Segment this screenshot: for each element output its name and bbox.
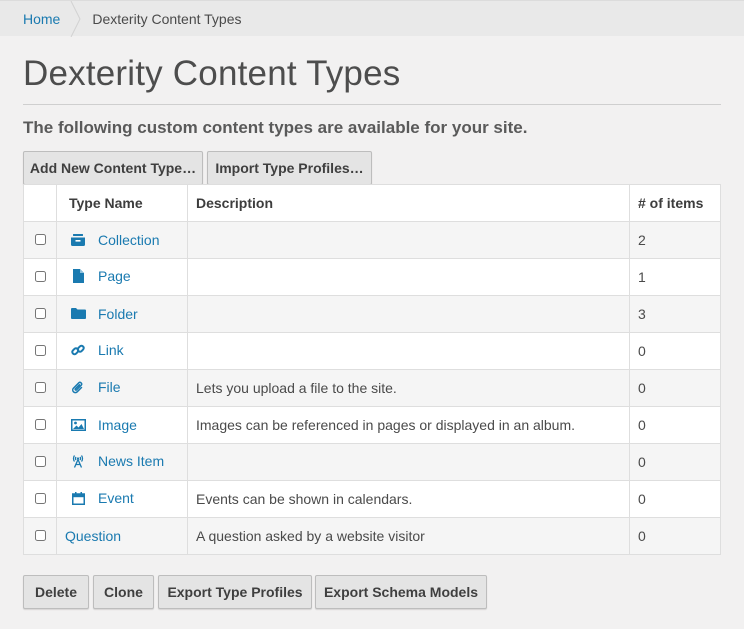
type-description bbox=[187, 443, 630, 481]
type-item-count: 0 bbox=[629, 369, 721, 407]
type-link-image[interactable]: Image bbox=[69, 417, 137, 433]
type-item-count: 0 bbox=[629, 332, 721, 370]
table-row: Image Images can be referenced in pages … bbox=[23, 406, 721, 444]
type-description bbox=[187, 258, 630, 296]
title-divider bbox=[23, 104, 721, 105]
link-icon bbox=[69, 342, 87, 358]
table-row: File Lets you upload a file to the site.… bbox=[23, 369, 721, 407]
image-icon bbox=[69, 417, 87, 433]
paperclip-icon bbox=[69, 379, 87, 395]
import-type-profiles-button[interactable]: Import Type Profiles… bbox=[207, 151, 372, 185]
breadcrumb-separator bbox=[70, 0, 86, 37]
folder-icon bbox=[69, 306, 87, 322]
type-description bbox=[187, 295, 630, 333]
export-type-profiles-button[interactable]: Export Type Profiles bbox=[158, 575, 312, 609]
type-item-count: 1 bbox=[629, 258, 721, 296]
table-row: Page 1 bbox=[23, 258, 721, 296]
table-row: Link 0 bbox=[23, 332, 721, 370]
type-item-count: 0 bbox=[629, 480, 721, 518]
column-header-item-count: # of items bbox=[629, 184, 721, 222]
type-item-count: 0 bbox=[629, 517, 721, 555]
page-icon bbox=[69, 268, 87, 284]
type-description bbox=[187, 332, 630, 370]
type-name: Image bbox=[98, 416, 137, 433]
clone-button[interactable]: Clone bbox=[93, 575, 154, 609]
column-header-select bbox=[23, 184, 57, 222]
table-header-row: Type Name Description # of items bbox=[23, 184, 721, 222]
type-link-event[interactable]: Event bbox=[69, 490, 134, 506]
table-row: Question A question asked by a website v… bbox=[23, 517, 721, 555]
delete-button[interactable]: Delete bbox=[23, 575, 89, 609]
type-link-folder[interactable]: Folder bbox=[69, 306, 138, 322]
calendar-icon bbox=[69, 490, 87, 506]
type-link-news-item[interactable]: News Item bbox=[69, 453, 164, 469]
column-header-type-name: Type Name bbox=[56, 184, 188, 222]
row-select-checkbox[interactable] bbox=[34, 234, 46, 245]
type-link-page[interactable]: Page bbox=[69, 268, 131, 284]
row-select-checkbox[interactable] bbox=[34, 456, 46, 467]
content-types-table: Type Name Description # of items Collect… bbox=[23, 184, 721, 555]
row-select-checkbox[interactable] bbox=[34, 493, 46, 504]
type-description: Events can be shown in calendars. bbox=[187, 480, 630, 518]
type-name: News Item bbox=[98, 453, 165, 469]
collection-icon bbox=[69, 232, 87, 248]
page-title: Dexterity Content Types bbox=[23, 54, 401, 93]
type-link-link[interactable]: Link bbox=[69, 342, 124, 358]
row-select-checkbox[interactable] bbox=[34, 271, 46, 282]
breadcrumb-home-link[interactable]: Home bbox=[0, 1, 74, 37]
row-select-checkbox[interactable] bbox=[34, 308, 46, 319]
type-description: Lets you upload a file to the site. bbox=[187, 369, 630, 407]
breadcrumb: Home Dexterity Content Types bbox=[0, 0, 744, 37]
export-schema-models-button[interactable]: Export Schema Models bbox=[315, 575, 487, 609]
type-description: Images can be referenced in pages or dis… bbox=[187, 406, 630, 444]
row-select-checkbox[interactable] bbox=[34, 382, 46, 393]
row-select-checkbox[interactable] bbox=[34, 419, 46, 430]
table-row: Collection 2 bbox=[23, 221, 721, 259]
type-name: File bbox=[98, 379, 121, 395]
type-description bbox=[187, 221, 630, 259]
breadcrumb-current: Dexterity Content Types bbox=[92, 10, 242, 27]
table-row: News Item 0 bbox=[23, 443, 721, 481]
type-item-count: 0 bbox=[629, 406, 721, 444]
row-select-checkbox[interactable] bbox=[34, 530, 46, 541]
type-description: A question asked by a website visitor bbox=[187, 517, 630, 555]
add-new-content-type-button[interactable]: Add New Content Type… bbox=[23, 151, 203, 185]
type-name: Folder bbox=[98, 305, 138, 322]
type-link-question[interactable]: Question bbox=[65, 528, 121, 544]
type-item-count: 2 bbox=[629, 221, 721, 259]
type-link-collection[interactable]: Collection bbox=[69, 232, 159, 248]
table-row: Event Events can be shown in calendars. … bbox=[23, 480, 721, 518]
news-item-icon bbox=[69, 453, 87, 469]
column-header-description: Description bbox=[187, 184, 630, 222]
page-description: The following custom content types are a… bbox=[23, 118, 528, 137]
type-item-count: 0 bbox=[629, 443, 721, 481]
type-name: Event bbox=[98, 490, 134, 507]
table-row: Folder 3 bbox=[23, 295, 721, 333]
type-name: Question bbox=[65, 528, 122, 544]
type-link-file[interactable]: File bbox=[69, 379, 121, 395]
type-name: Link bbox=[98, 342, 124, 358]
type-item-count: 3 bbox=[629, 295, 721, 333]
type-name: Collection bbox=[98, 231, 160, 248]
type-name: Page bbox=[98, 268, 131, 284]
row-select-checkbox[interactable] bbox=[34, 345, 46, 356]
